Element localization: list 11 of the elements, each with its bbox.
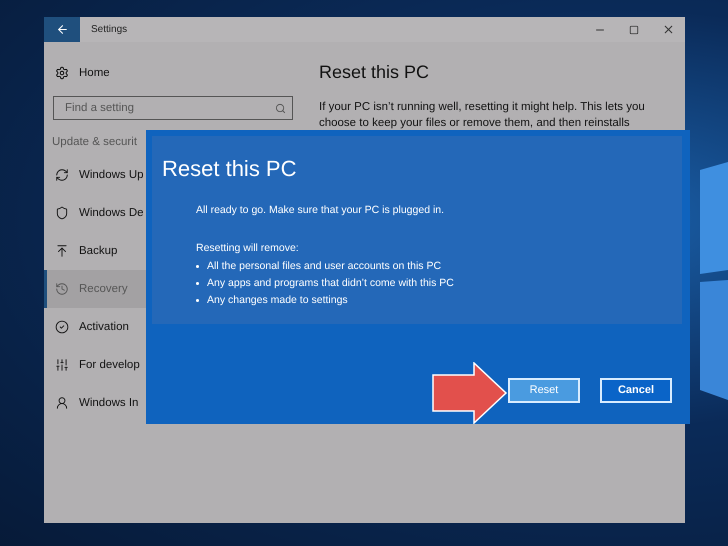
list-title: Resetting will remove: bbox=[196, 242, 300, 254]
dialog-title: Reset this PC bbox=[162, 156, 298, 182]
list-item: Any changes made to settings bbox=[207, 294, 348, 306]
dialog-message: All ready to go. Make sure that your PC is plugged in. bbox=[196, 204, 446, 216]
description-text: choose to keep your files or remove them, and then reinstalls bbox=[319, 116, 631, 131]
list-item: Any apps and programs that didn’t come with this PC bbox=[207, 277, 454, 289]
section-heading: Update & securit bbox=[51, 135, 138, 150]
page-title: Reset this PC bbox=[319, 62, 430, 83]
window-title: Settings bbox=[91, 24, 128, 35]
description-text: If your PC isn’t running well, resetting it might help. This lets you bbox=[319, 100, 646, 115]
list-item: All the personal files and user accounts on this PC bbox=[207, 260, 442, 272]
